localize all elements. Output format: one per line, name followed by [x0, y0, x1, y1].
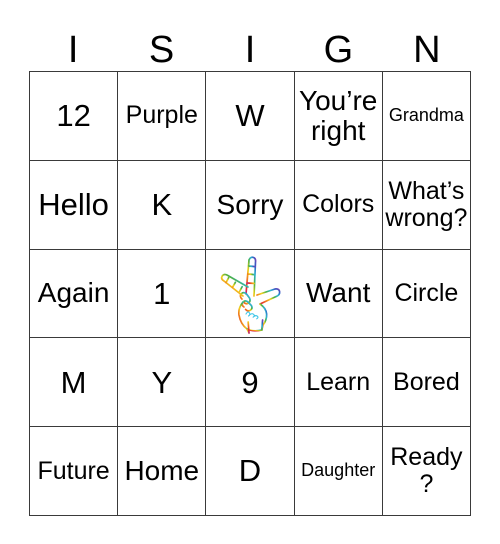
bingo-cell-label: Purple [125, 101, 198, 130]
bingo-cell[interactable]: Grandma [382, 72, 471, 161]
bingo-cell[interactable]: Colors [294, 160, 383, 250]
bingo-cell-free-space[interactable] [206, 249, 295, 339]
bingo-cell-label: W [235, 98, 265, 134]
bingo-cell[interactable]: 9 [206, 338, 295, 428]
header-letter-4: G [323, 29, 354, 71]
bingo-cell-label: M [60, 364, 87, 400]
bingo-cell[interactable]: You’re right [294, 72, 383, 161]
bingo-cell-label: Hello [38, 186, 109, 222]
bingo-cell[interactable]: M [30, 338, 119, 428]
bingo-cell-label: Want [306, 277, 371, 309]
bingo-cell-label: 9 [241, 364, 259, 400]
bingo-cell-label: Ready? [390, 443, 463, 499]
bingo-cell[interactable]: Purple [118, 72, 207, 161]
bingo-cell-label: Y [151, 364, 173, 400]
bingo-cell[interactable]: Sorry [206, 160, 295, 250]
bingo-cell[interactable]: Circle [382, 249, 471, 339]
bingo-cell[interactable]: 12 [30, 72, 119, 161]
bingo-cell[interactable]: Home [118, 427, 207, 516]
bingo-cell-label: You’re right [299, 84, 378, 146]
bingo-cell[interactable]: Future [30, 427, 119, 516]
bingo-cell-label: Future [37, 456, 110, 485]
bingo-cell-label: D [238, 453, 262, 489]
ily-hand-icon [220, 256, 281, 335]
bingo-cell-label: K [151, 186, 173, 222]
bingo-cell-label: Sorry [216, 188, 284, 220]
header-letter-2: S [148, 29, 175, 71]
header-letter-1: I [67, 29, 79, 71]
bingo-cell[interactable]: Bored [382, 338, 471, 428]
bingo-cell[interactable]: D [206, 427, 295, 516]
bingo-cell-label: 1 [153, 275, 171, 311]
header-letter-5: N [413, 29, 441, 71]
bingo-cell[interactable]: K [118, 160, 207, 250]
header-letter-3: I [244, 29, 256, 71]
bingo-cell-label: Bored [393, 367, 460, 396]
bingo-cell[interactable]: Hello [30, 160, 119, 250]
bingo-card: I S I G N 12 Purple W You’re right Grand… [0, 0, 500, 544]
bingo-cell-label: Daughter [301, 460, 376, 481]
bingo-header-letters: I S I G N [29, 22, 471, 71]
bingo-cell[interactable]: 1 [118, 249, 207, 339]
bingo-cell[interactable]: Ready? [382, 427, 471, 516]
bingo-cell-label: Grandma [388, 105, 464, 126]
bingo-cell-label: 12 [56, 98, 91, 134]
bingo-cell[interactable]: Y [118, 338, 207, 428]
bingo-cell[interactable]: Learn [294, 338, 383, 428]
bingo-cell-label: Colors [302, 190, 375, 219]
bingo-cell-label: Learn [306, 367, 371, 396]
bingo-cell-label: Home [124, 454, 200, 486]
bingo-cell-label: What’s wrong? [385, 176, 468, 232]
bingo-cell[interactable]: Daughter [294, 427, 383, 516]
bingo-cell-label: Again [37, 277, 110, 309]
bingo-cell[interactable]: Want [294, 249, 383, 339]
bingo-grid: 12 Purple W You’re right Grandma Hello K… [29, 71, 471, 516]
bingo-cell-label: Circle [394, 278, 459, 307]
bingo-cell[interactable]: What’s wrong? [382, 160, 471, 250]
bingo-cell[interactable]: Again [30, 249, 119, 339]
bingo-cell[interactable]: W [206, 72, 295, 161]
